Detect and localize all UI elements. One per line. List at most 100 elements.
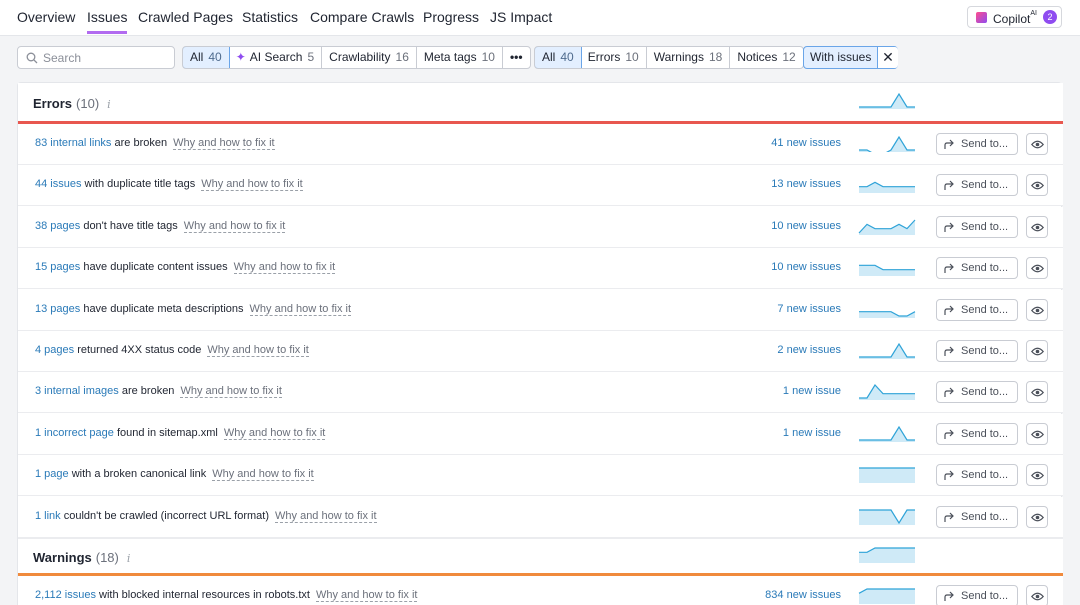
category-meta-tags-label: Meta tags: [423, 50, 477, 64]
why-fix-link[interactable]: Why and how to fix it: [173, 137, 275, 150]
new-issues-link[interactable]: 1 new issue: [783, 427, 841, 439]
issue-count-link[interactable]: 44 issues: [35, 178, 81, 190]
why-fix-link[interactable]: Why and how to fix it: [201, 178, 303, 192]
issue-count-link[interactable]: 2,112 issues: [35, 589, 96, 601]
why-fix-link[interactable]: Why and how to fix it: [180, 385, 282, 399]
sparkline-area: [859, 589, 915, 604]
copilot-button[interactable]: CopilotAI 2: [967, 6, 1062, 28]
view-issue-button[interactable]: [1026, 464, 1048, 487]
issue-description: 13 pages have duplicate meta description…: [35, 302, 352, 316]
send-to-button[interactable]: Send to...: [936, 505, 1018, 528]
category-all[interactable]: All 40: [182, 47, 230, 68]
issue-count-link[interactable]: 83 internal links: [35, 137, 111, 149]
share-arrow-icon: [944, 470, 954, 481]
search-input[interactable]: [43, 49, 168, 66]
why-fix-link[interactable]: Why and how to fix it: [249, 302, 352, 316]
more-categories-button[interactable]: •••: [503, 47, 530, 68]
tab-js-impact[interactable]: JS Impact: [490, 8, 552, 26]
new-issues-link[interactable]: 7 new issues: [777, 303, 841, 315]
why-fix-link[interactable]: Why and how to fix it: [212, 468, 314, 482]
new-issues-link[interactable]: 10 new issues: [771, 261, 841, 273]
issue-count-link[interactable]: 1 page: [35, 468, 69, 480]
severity-errors[interactable]: Errors 10: [581, 47, 647, 68]
send-to-button[interactable]: Send to...: [936, 464, 1018, 487]
view-issue-button[interactable]: [1026, 505, 1048, 528]
tab-issues[interactable]: Issues: [87, 8, 128, 34]
view-issue-button[interactable]: [1026, 340, 1048, 362]
issue-text: have duplicate meta descriptions: [80, 302, 244, 315]
share-arrow-icon: [944, 346, 954, 356]
new-issues-link[interactable]: 10 new issues: [771, 220, 841, 232]
send-to-button[interactable]: Send to...: [936, 257, 1018, 280]
send-to-button[interactable]: Send to...: [936, 215, 1018, 238]
view-issue-button[interactable]: [1026, 174, 1048, 197]
why-fix-link[interactable]: Why and how to fix it: [315, 589, 418, 602]
issue-text: don't have title tags: [80, 219, 178, 232]
view-issue-button[interactable]: [1026, 257, 1048, 280]
send-to-label: Send to...: [961, 427, 1009, 440]
new-issues-link[interactable]: 13 new issues: [771, 178, 841, 190]
send-to-button[interactable]: Send to...: [936, 340, 1018, 362]
send-to-button[interactable]: Send to...: [936, 298, 1018, 321]
eye-icon: [1031, 471, 1044, 480]
issue-count-link[interactable]: 1 incorrect page: [35, 427, 114, 439]
issue-text: with blocked internal resources in robot…: [95, 589, 310, 601]
category-crawlability[interactable]: Crawlability 16: [322, 47, 417, 68]
view-issue-button[interactable]: [1026, 215, 1048, 238]
info-icon[interactable]: i: [127, 552, 131, 565]
with-issues-filter[interactable]: With issues ✕: [803, 46, 898, 69]
why-fix-link[interactable]: Why and how to fix it: [183, 219, 286, 233]
eye-icon: [1031, 264, 1044, 273]
send-to-button[interactable]: Send to...: [936, 174, 1018, 197]
eye-icon: [1031, 306, 1044, 314]
sparkline-line: [859, 93, 915, 108]
severity-notices[interactable]: Notices 12: [730, 47, 802, 68]
issue-trend-sparkline: [859, 264, 915, 277]
tab-overview[interactable]: Overview: [17, 8, 75, 26]
warnings-section-header[interactable]: Warnings (18) i: [18, 538, 1063, 573]
severity-all[interactable]: All 40: [534, 47, 582, 68]
why-fix-link[interactable]: Why and how to fix it: [223, 426, 326, 440]
view-issue-button[interactable]: [1026, 133, 1048, 155]
send-to-label: Send to...: [961, 220, 1009, 233]
issue-count-link[interactable]: 13 pages: [35, 303, 80, 315]
new-issues-link[interactable]: 1 new issue: [783, 385, 841, 397]
why-fix-link[interactable]: Why and how to fix it: [233, 261, 336, 275]
issue-count-link[interactable]: 15 pages: [35, 261, 80, 273]
tab-statistics[interactable]: Statistics: [242, 8, 298, 26]
severity-all-label: All: [542, 50, 556, 64]
search-box[interactable]: [17, 46, 175, 69]
send-to-button[interactable]: Send to...: [936, 422, 1018, 445]
info-icon[interactable]: i: [107, 98, 111, 111]
issue-count-link[interactable]: 4 pages: [35, 344, 74, 356]
view-issue-button[interactable]: [1026, 585, 1048, 605]
why-fix-link[interactable]: Why and how to fix it: [275, 509, 377, 523]
issue-row: 13 pages have duplicate meta description…: [18, 289, 1063, 331]
tab-compare-crawls[interactable]: Compare Crawls: [310, 8, 414, 26]
issue-count-link[interactable]: 3 internal images: [35, 385, 119, 397]
category-meta-tags[interactable]: Meta tags 10: [417, 47, 503, 68]
new-issues-link[interactable]: 41 new issues: [771, 137, 841, 149]
send-to-button[interactable]: Send to...: [936, 381, 1018, 404]
why-fix-link[interactable]: Why and how to fix it: [207, 344, 309, 357]
errors-section-header[interactable]: Errors (10) i: [18, 83, 1063, 121]
tab-progress[interactable]: Progress: [423, 8, 479, 26]
clear-filter-icon[interactable]: ✕: [877, 47, 898, 68]
severity-warnings[interactable]: Warnings 18: [647, 47, 731, 68]
send-to-label: Send to...: [961, 590, 1009, 602]
issue-count-link[interactable]: 38 pages: [35, 220, 80, 232]
view-issue-button[interactable]: [1026, 422, 1048, 445]
new-issues-link[interactable]: 834 new issues: [765, 589, 841, 601]
issue-count-link[interactable]: 1 link: [35, 510, 61, 522]
issue-trend-sparkline: [858, 588, 915, 604]
category-ai-search[interactable]: ✦ AI Search 5: [229, 47, 323, 68]
view-issue-button[interactable]: [1026, 298, 1048, 321]
send-to-button[interactable]: Send to...: [936, 133, 1018, 155]
new-issues-link[interactable]: 2 new issues: [777, 344, 841, 356]
send-to-button[interactable]: Send to...: [936, 585, 1018, 605]
eye-icon: [1031, 140, 1044, 149]
category-ai-search-count: 5: [307, 50, 315, 64]
view-issue-button[interactable]: [1026, 381, 1048, 404]
tab-crawled-pages[interactable]: Crawled Pages: [138, 8, 233, 26]
issue-text: have duplicate content issues: [80, 261, 228, 274]
